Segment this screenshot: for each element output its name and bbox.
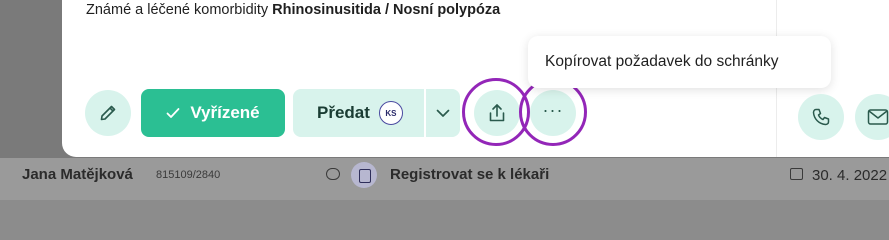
check-icon: [166, 108, 180, 118]
resolved-button[interactable]: Vyřízené: [141, 89, 285, 137]
comorbidities-label: Známé a léčené komorbidity: [86, 2, 273, 18]
chevron-down-icon: [436, 109, 450, 117]
background-table-row: Jana Matějková 815109/2840 Registrovat s…: [0, 158, 889, 200]
mail-icon: [867, 109, 889, 125]
task-title: Registrovat se k lékaři: [390, 166, 550, 183]
resolved-label: Vyřízené: [190, 103, 260, 122]
handover-dropdown-button[interactable]: [426, 89, 460, 137]
pencil-icon: [100, 105, 116, 121]
highlight-ring-more: [519, 78, 587, 146]
handover-split-button: Předat KS: [293, 89, 460, 137]
document-icon: [351, 162, 377, 188]
patient-id: 815109/2840: [156, 169, 221, 181]
tooltip-text: Kopírovat požadavek do schránky: [545, 53, 779, 70]
calendar-icon: [790, 168, 803, 180]
edit-button[interactable]: [85, 90, 131, 136]
call-button[interactable]: [798, 94, 844, 140]
handover-label: Předat: [317, 103, 370, 122]
patient-name: Jana Matějková: [22, 166, 133, 183]
comorbidities-value: Rhinosinusitida / Nosní polypóza: [272, 2, 501, 18]
comment-icon: [326, 168, 340, 180]
phone-icon: [812, 108, 830, 126]
tooltip: Kopírovat požadavek do schránky: [528, 36, 831, 88]
comorbidities-line: Známé a léčené komorbidity Rhinosinusiti…: [86, 2, 500, 18]
avatar: KS: [378, 101, 403, 125]
handover-button[interactable]: Předat KS: [293, 89, 424, 137]
task-date: 30. 4. 2022: [812, 167, 888, 184]
